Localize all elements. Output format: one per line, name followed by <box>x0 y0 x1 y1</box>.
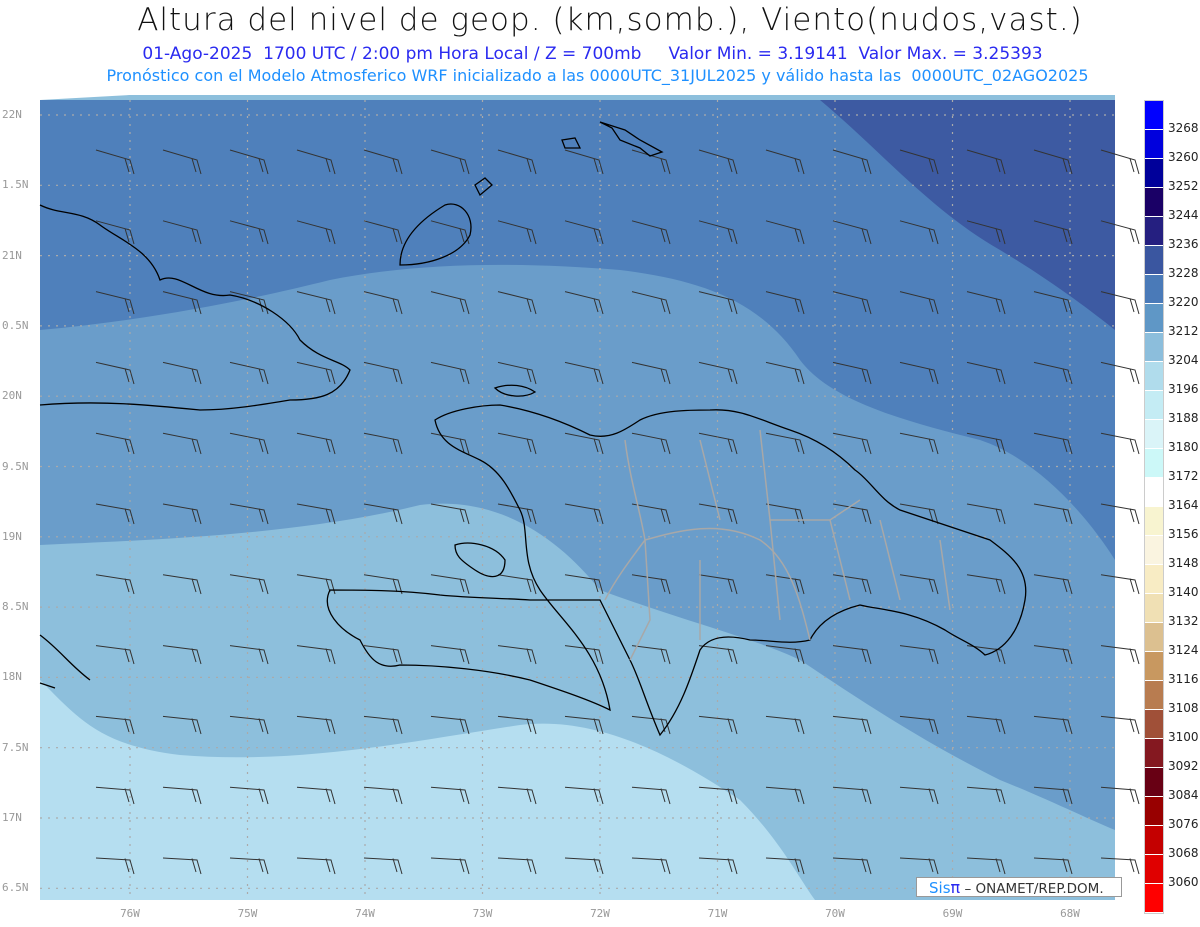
lat-label: 0.5N <box>2 318 29 332</box>
lat-label: 1.5N <box>2 178 29 192</box>
lon-label: 74W <box>355 907 375 920</box>
lon-label: 69W <box>942 907 963 920</box>
colorbar-label: 3140 <box>1168 585 1199 599</box>
colorbar-swatch <box>1145 333 1163 362</box>
colorbar-label: 3172 <box>1168 469 1199 483</box>
colorbar-swatch <box>1145 130 1163 159</box>
lat-label: 9.5N <box>2 459 29 473</box>
colorbar-swatch <box>1145 449 1163 478</box>
credit-pi: π <box>950 878 961 897</box>
lon-label: 71W <box>707 907 728 920</box>
colorbar-swatch <box>1145 681 1163 710</box>
lat-label: 22N <box>2 108 22 121</box>
colorbar-swatch <box>1145 188 1163 217</box>
colorbar-label: 3068 <box>1168 846 1199 860</box>
colorbar-label: 3204 <box>1168 353 1199 367</box>
credit-text: – ONAMET/REP.DOM. <box>964 881 1104 897</box>
lon-label: 70W <box>825 907 845 920</box>
colorbar-label: 3196 <box>1168 382 1199 396</box>
colorbar-label: 3092 <box>1168 759 1199 773</box>
lon-label: 73W <box>472 907 493 920</box>
lat-label: 20N <box>2 389 22 403</box>
colorbar-label: 3260 <box>1168 150 1199 164</box>
colorbar-swatch <box>1145 797 1163 826</box>
lat-label: 21N <box>2 248 22 262</box>
credit-sis: Sis <box>929 879 951 897</box>
lon-label: 72W <box>590 907 610 920</box>
colorbar-swatch <box>1145 652 1163 681</box>
colorbar-swatch <box>1145 420 1163 449</box>
lat-label: 19N <box>2 529 22 543</box>
colorbar-label: 3076 <box>1168 817 1199 831</box>
colorbar-swatch <box>1145 710 1163 739</box>
colorbar-swatch <box>1145 565 1163 594</box>
colorbar-label: 3236 <box>1168 237 1199 251</box>
colorbar-label: 3132 <box>1168 614 1199 628</box>
colorbar-label: 3180 <box>1168 440 1199 454</box>
colorbar-swatch <box>1145 246 1163 275</box>
geopotential-map <box>39 95 1140 900</box>
colorbar-swatch <box>1145 826 1163 855</box>
lon-label: 75W <box>237 907 258 920</box>
colorbar-swatch <box>1145 623 1163 652</box>
colorbar-swatch <box>1145 768 1163 797</box>
lon-label: 68W <box>1060 907 1080 920</box>
lat-label: 18N <box>2 670 22 684</box>
lat-label: 7.5N <box>2 740 29 754</box>
colorbar-swatch <box>1145 884 1163 913</box>
colorbar-label: 3228 <box>1168 266 1199 280</box>
colorbar-swatch <box>1145 217 1163 246</box>
colorbar-swatch <box>1145 507 1163 536</box>
colorbar-label: 3108 <box>1168 701 1199 715</box>
colorbar-label: 3084 <box>1168 788 1199 802</box>
colorbar <box>1144 100 1164 914</box>
map-subtitle: 01-Ago-2025 1700 UTC / 2:00 pm Hora Loca… <box>142 44 1043 64</box>
colorbar-label: 3268 <box>1168 121 1199 135</box>
colorbar-label: 3244 <box>1168 208 1199 222</box>
colorbar-label: 3148 <box>1168 556 1199 570</box>
lat-label: 17N <box>2 811 22 824</box>
colorbar-swatch <box>1145 391 1163 420</box>
colorbar-swatch <box>1145 855 1163 884</box>
lon-label: 76W <box>120 907 140 920</box>
colorbar-label: 3252 <box>1168 179 1199 193</box>
colorbar-swatch <box>1145 536 1163 565</box>
colorbar-label: 3124 <box>1168 643 1199 657</box>
colorbar-label: 3212 <box>1168 324 1199 338</box>
colorbar-swatch <box>1145 159 1163 188</box>
credit-box: Sisπ – ONAMET/REP.DOM. <box>916 877 1122 897</box>
colorbar-swatch <box>1145 478 1163 507</box>
colorbar-label: 3164 <box>1168 498 1199 512</box>
colorbar-swatch <box>1145 101 1163 130</box>
lat-label: 6.5N <box>2 881 29 895</box>
colorbar-label: 3188 <box>1168 411 1199 425</box>
colorbar-label: 3116 <box>1168 672 1199 686</box>
forecast-note: Pronóstico con el Modelo Atmosferico WRF… <box>106 66 1089 85</box>
colorbar-swatch <box>1145 739 1163 768</box>
colorbar-label: 3156 <box>1168 527 1199 541</box>
colorbar-label: 3060 <box>1168 875 1199 889</box>
colorbar-swatch <box>1145 362 1163 391</box>
colorbar-swatch <box>1145 275 1163 304</box>
colorbar-label: 3100 <box>1168 730 1199 744</box>
colorbar-swatch <box>1145 304 1163 333</box>
map-title: Altura del nivel de geop. (km,somb.), Vi… <box>137 2 1083 38</box>
colorbar-swatch <box>1145 594 1163 623</box>
lat-label: 8.5N <box>2 600 29 614</box>
colorbar-label: 3220 <box>1168 295 1199 309</box>
